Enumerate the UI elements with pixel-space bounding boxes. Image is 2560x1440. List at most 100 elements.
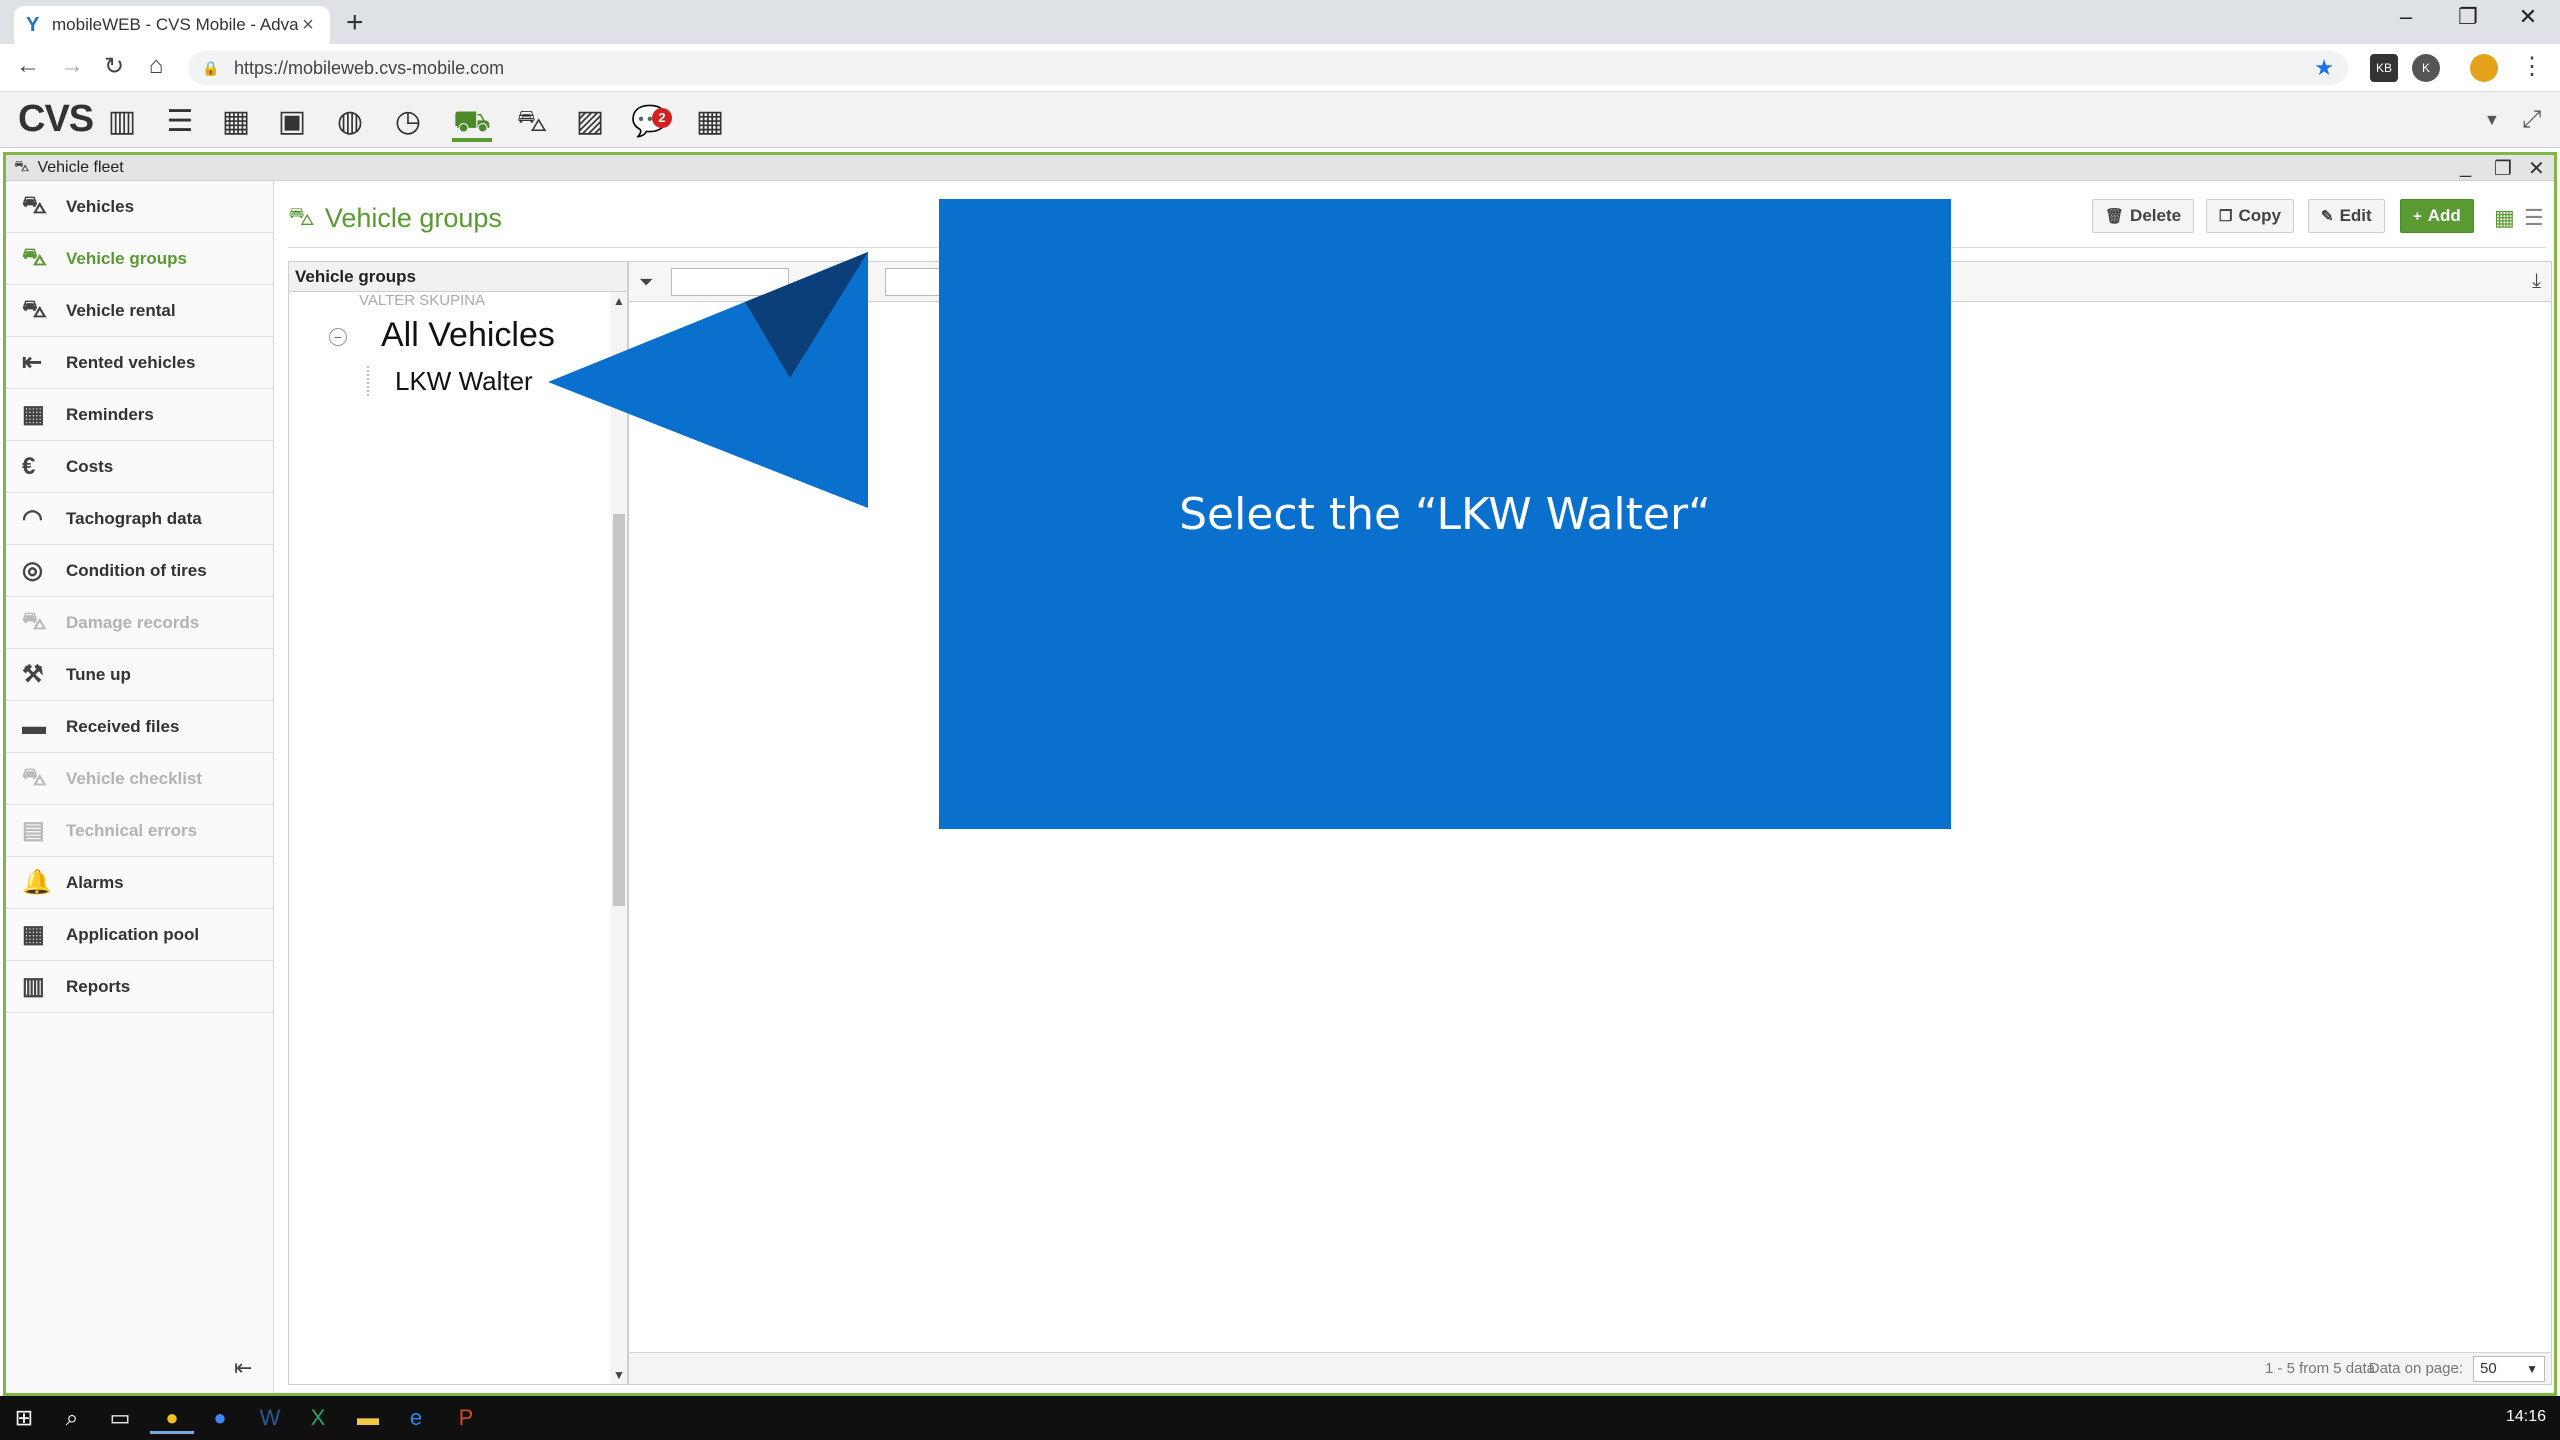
car-damage-icon: ⛍ xyxy=(22,607,47,635)
search-icon[interactable]: ⌕ xyxy=(50,1402,94,1434)
chrome-icon[interactable]: ● xyxy=(150,1402,194,1434)
bookmark-star-icon[interactable]: ★ xyxy=(2314,55,2334,81)
messages-badge: 2 xyxy=(652,108,672,128)
grid-footer: 1 - 5 from 5 data Data on page: 50 ▼ xyxy=(629,1352,2551,1384)
sidebar-item-label: Vehicle groups xyxy=(66,248,187,268)
filter-icon[interactable]: ⏷ xyxy=(639,272,653,293)
home-button[interactable]: ⌂ xyxy=(140,52,172,80)
window-restore-button[interactable]: ❐ xyxy=(2494,156,2512,181)
sidebar-item-application-pool[interactable]: ▦ Application pool xyxy=(6,909,273,961)
edge-icon[interactable]: e xyxy=(394,1402,438,1434)
download-icon[interactable]: ⤓ xyxy=(2532,270,2541,293)
new-tab-button[interactable]: + xyxy=(346,6,376,40)
page-size-select[interactable]: 50 ▼ xyxy=(2473,1356,2545,1382)
sidebar-item-received-files[interactable]: ▬ Received files xyxy=(6,701,273,753)
vehicle-groups-tree: Vehicle groups VALTER SKUPINA − All Vehi… xyxy=(288,261,628,1385)
address-bar[interactable]: 🔒 https://mobileweb.cvs-mobile.com ★ xyxy=(188,51,2348,85)
sidebar-item-label: Vehicles xyxy=(66,196,135,216)
fullscreen-icon[interactable]: ⤢ xyxy=(2522,106,2541,134)
sidebar-item-label: Vehicle checklist xyxy=(66,768,203,788)
sidebar-item-reports[interactable]: ▥ Reports xyxy=(6,961,273,1013)
browser-tab[interactable]: Y mobileWEB - CVS Mobile - Advan × xyxy=(14,6,330,44)
add-button[interactable]: + Add xyxy=(2400,199,2474,233)
reload-button[interactable]: ↻ xyxy=(98,52,130,81)
collapse-node-icon[interactable]: − xyxy=(329,328,347,346)
document-list-icon[interactable]: ☰ xyxy=(160,102,200,142)
sidebar-item-label: Reminders xyxy=(66,404,154,424)
calendar-icon: ▦ xyxy=(22,401,45,428)
sidebar-item-vehicle-checklist[interactable]: ⛍ Vehicle checklist xyxy=(6,753,273,805)
extension-kb-icon[interactable]: KB xyxy=(2370,54,2398,82)
tutorial-callout: Select the “LKW Walter“ xyxy=(939,199,1951,829)
map-icon[interactable]: ▨ xyxy=(570,102,610,142)
profile-avatar[interactable] xyxy=(2470,54,2498,82)
powerpoint-icon[interactable]: P xyxy=(444,1402,488,1434)
sidebar-item-label: Condition of tires xyxy=(66,560,207,580)
calendar-icon[interactable]: ▦ xyxy=(216,102,256,142)
car-icon: ⛍ xyxy=(14,158,30,175)
forward-button[interactable]: → xyxy=(56,52,88,80)
chrome-alt-icon[interactable]: ● xyxy=(198,1402,242,1434)
clock: 14:16 xyxy=(2505,1408,2546,1425)
engine-icon: ▤ xyxy=(22,817,45,844)
tile-view-icon[interactable]: ▦ xyxy=(2494,205,2515,231)
task-view-icon[interactable]: ▭ xyxy=(98,1402,142,1434)
delete-button[interactable]: 🗑 Delete xyxy=(2092,199,2195,233)
sidebar-item-vehicles[interactable]: ⛍ Vehicles xyxy=(6,181,273,233)
statistics-icon[interactable]: ▥ xyxy=(102,102,142,142)
sidebar-item-costs[interactable]: € Costs xyxy=(6,441,273,493)
sidebar-item-rented-vehicles[interactable]: ⇤ Rented vehicles xyxy=(6,337,273,389)
scroll-up-icon[interactable]: ▲ xyxy=(613,294,625,308)
filter-input[interactable] xyxy=(671,268,789,296)
tree-node-valter-skupina[interactable]: VALTER SKUPINA xyxy=(359,292,485,309)
back-button[interactable]: ← xyxy=(12,52,44,80)
scroll-thumb[interactable] xyxy=(613,514,625,906)
sidebar-item-reminders[interactable]: ▦ Reminders xyxy=(6,389,273,441)
windows-start-icon[interactable]: ⊞ xyxy=(2,1402,46,1434)
tree-node-all-vehicles[interactable]: All Vehicles xyxy=(381,316,555,355)
tree-scrollbar[interactable]: ▲ ▼ xyxy=(611,292,627,1384)
sidebar-item-vehicle-rental[interactable]: ⛍ Vehicle rental xyxy=(6,285,273,337)
briefcase-icon[interactable]: ▣ xyxy=(272,102,312,142)
sidebar-item-technical-errors[interactable]: ▤ Technical errors xyxy=(6,805,273,857)
vehicles-icon[interactable]: ⛍ xyxy=(512,102,552,142)
file-explorer-icon[interactable]: ▬ xyxy=(346,1402,390,1434)
excel-icon[interactable]: X xyxy=(296,1402,340,1434)
window-close-button[interactable]: ✕ xyxy=(2528,156,2545,181)
window-minimize-button[interactable]: _ xyxy=(2460,156,2471,179)
window-titlebar: ⛍ Vehicle fleet _ ❐ ✕ xyxy=(6,155,2554,181)
sidebar-item-condition-of-tires[interactable]: ◎ Condition of tires xyxy=(6,545,273,597)
folder-icon: ▬ xyxy=(22,712,46,740)
close-window-button[interactable]: ✕ xyxy=(2508,4,2548,30)
sidebar-item-alarms[interactable]: 🔔 Alarms xyxy=(6,857,273,909)
sidebar-item-vehicle-groups[interactable]: ⛍ Vehicle groups xyxy=(6,233,273,285)
word-icon[interactable]: W xyxy=(248,1402,292,1434)
vehicle-fleet-icon[interactable]: ⛟ xyxy=(452,102,492,142)
scroll-down-icon[interactable]: ▼ xyxy=(613,1368,625,1382)
restore-window-button[interactable]: ❐ xyxy=(2448,4,2488,30)
copy-button[interactable]: ❐ Copy xyxy=(2206,199,2294,233)
browser-menu-icon[interactable]: ⋮ xyxy=(2516,52,2548,81)
grid-apps-icon[interactable]: ▦ xyxy=(690,102,730,142)
sidebar-item-tachograph-data[interactable]: ◠ Tachograph data xyxy=(6,493,273,545)
collapse-sidebar-icon[interactable]: ⇤ xyxy=(234,1355,252,1381)
app-toolbar: CVS ▥ ☰ ▦ ▣ ◍ ◷ ⛟ ⛍ ▨ 💬 2 ▦ ▼ ⤢ xyxy=(0,92,2560,148)
tab-title: mobileWEB - CVS Mobile - Advan xyxy=(52,15,298,34)
list-view-icon[interactable]: ☰ xyxy=(2524,205,2544,231)
extension-k-icon[interactable]: K xyxy=(2412,54,2440,82)
tree-header: Vehicle groups xyxy=(289,262,627,292)
sidebar-item-tune-up[interactable]: ⚒ Tune up xyxy=(6,649,273,701)
schedule-icon[interactable]: ◷ xyxy=(388,102,428,142)
edit-button[interactable]: ✎ Edit xyxy=(2308,199,2385,233)
pencil-icon: ✎ xyxy=(2321,208,2334,225)
user-location-icon[interactable]: ◍ xyxy=(330,102,370,142)
car-rent-icon: ⛍ xyxy=(22,295,47,323)
car-side-icon: ⛍ xyxy=(22,191,47,219)
close-tab-icon[interactable]: × xyxy=(298,14,318,37)
dropdown-chevron-icon[interactable]: ▼ xyxy=(2484,112,2500,130)
os-taskbar: ⊞ ⌕ ▭ ● ● W X ▬ e P 14:16 xyxy=(0,1396,2560,1440)
tree-node-lkw-walter[interactable]: LKW Walter xyxy=(395,366,533,397)
minimize-window-button[interactable]: – xyxy=(2386,4,2426,30)
sidebar-item-damage-records[interactable]: ⛍ Damage records xyxy=(6,597,273,649)
messages-icon[interactable]: 💬 2 xyxy=(630,102,672,142)
